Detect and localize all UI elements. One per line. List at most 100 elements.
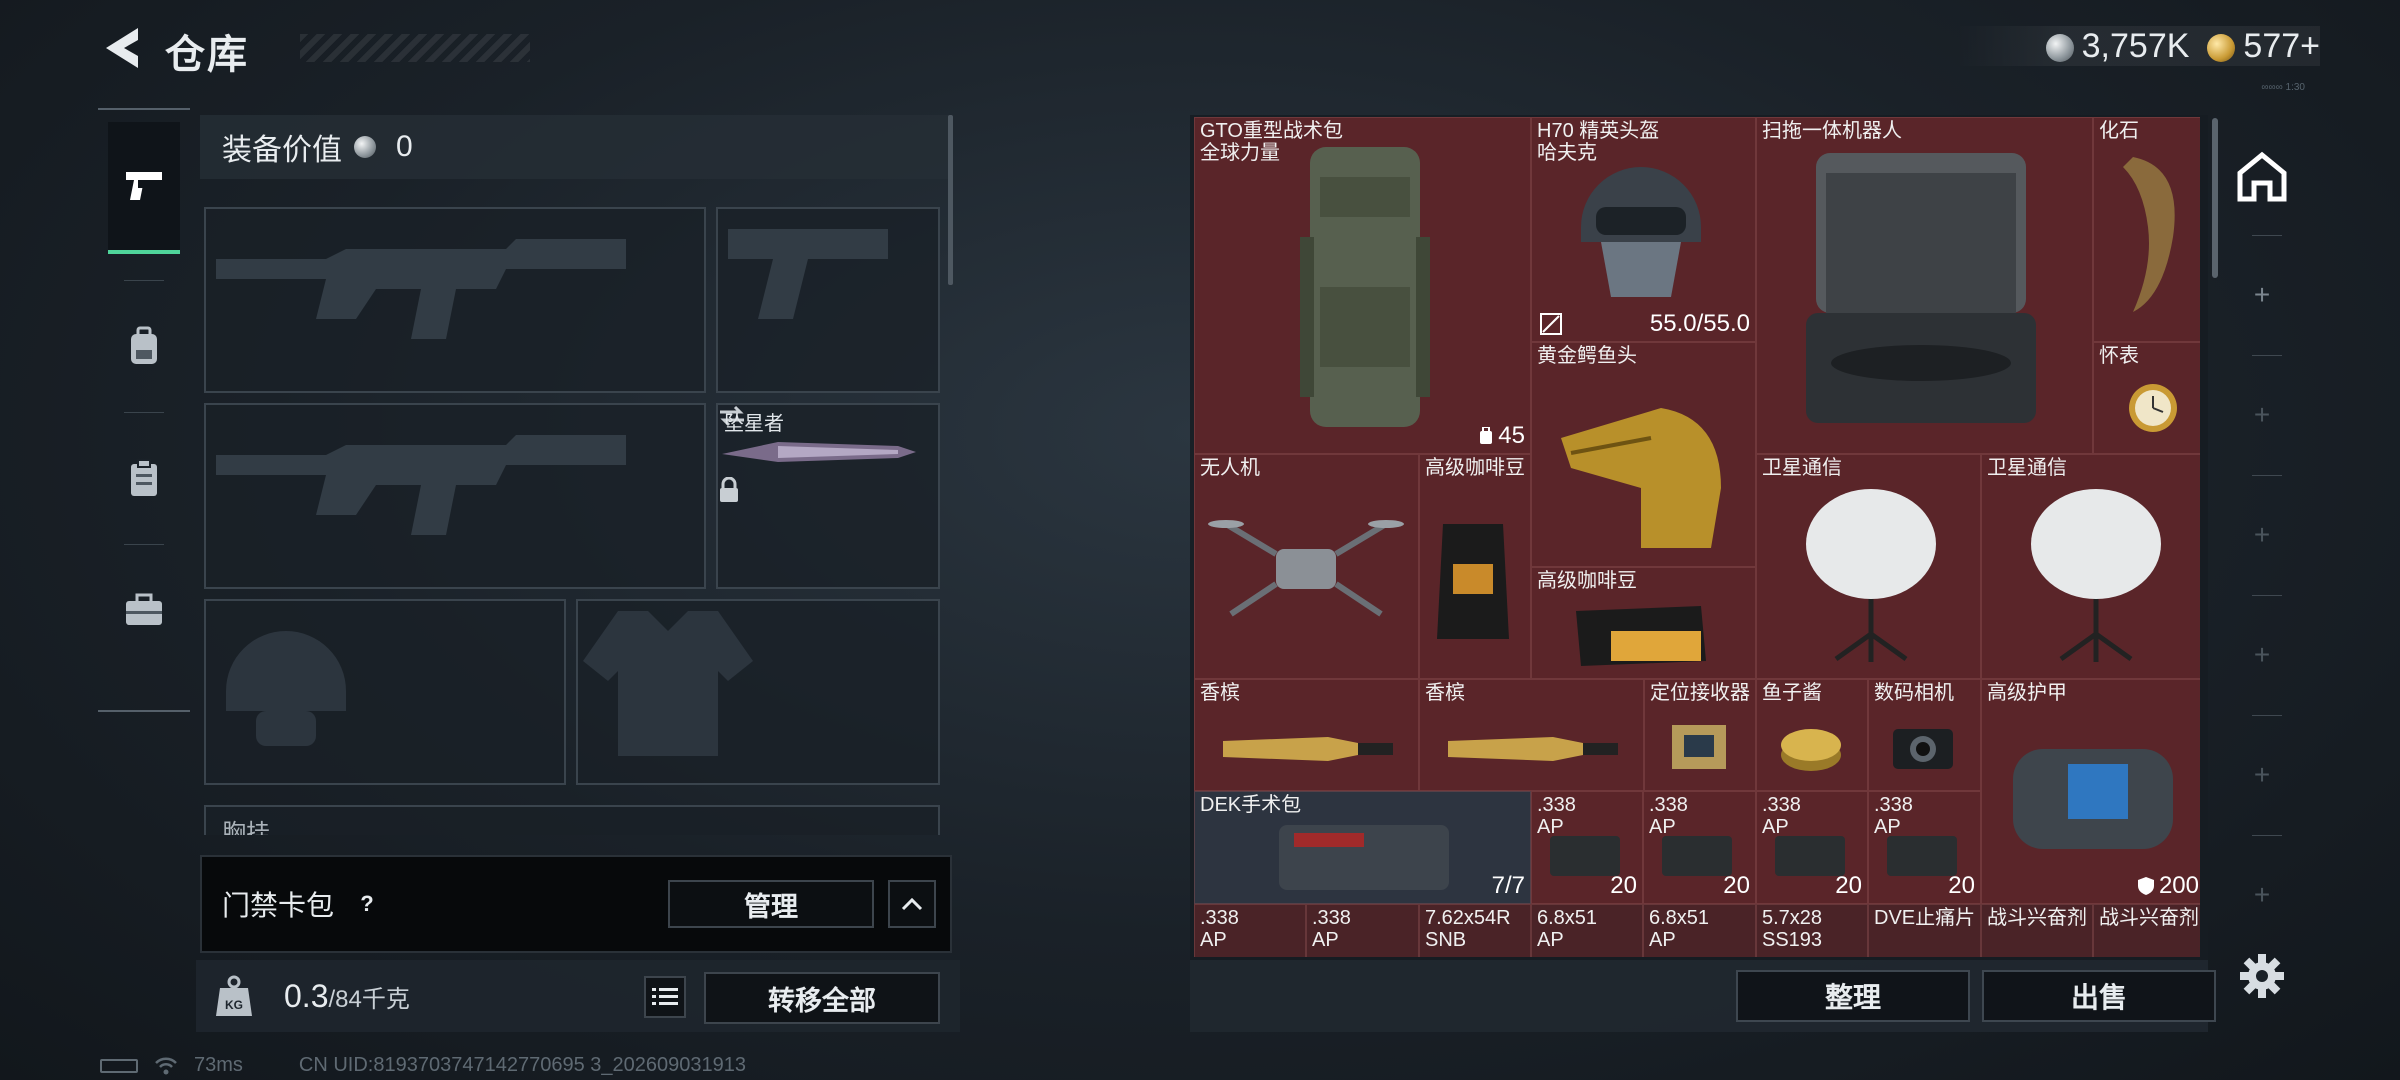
warehouse-actions: 整理 出售	[1190, 960, 2216, 1032]
tiny-indicator: ∞∞∞ 1:30	[2261, 82, 2305, 93]
claw-icon	[2123, 157, 2175, 312]
list-icon	[652, 988, 678, 1005]
warehouse-scrollbar[interactable]	[2212, 118, 2218, 278]
card-pack-title: 门禁卡包	[222, 890, 335, 921]
settings-button[interactable]	[2238, 952, 2286, 1000]
helmet-slot[interactable]	[204, 599, 566, 785]
armor-slot[interactable]	[576, 599, 940, 785]
knife-icon	[722, 442, 916, 462]
access-card-bar: 门禁卡包 ? 管理	[200, 855, 952, 953]
help-icon[interactable]: ?	[352, 889, 382, 919]
item-camera[interactable]: 数码相机	[1868, 679, 1981, 791]
item-fossil[interactable]: 化石	[2093, 117, 2200, 342]
rifle-silhouette-icon	[216, 435, 626, 535]
item-armor[interactable]: 高级护甲 200	[1981, 679, 2200, 904]
item-badge: 45	[1478, 422, 1525, 450]
weight-icon: KG	[216, 975, 252, 1016]
tab-warehouse-main[interactable]	[2236, 151, 2288, 203]
page-title: 仓库	[165, 33, 249, 77]
coffee-bag-icon	[1437, 524, 1509, 639]
shield-icon	[2137, 877, 2154, 895]
equipment-value: 0	[396, 130, 413, 163]
item-ammo-762[interactable]: 7.62x54R SNB	[1419, 904, 1531, 957]
watch-icon	[2129, 384, 2177, 432]
tab-weapons[interactable]	[108, 122, 180, 254]
item-ammo-68[interactable]: 6.8x51 AP	[1531, 904, 1643, 957]
locked-tab-plus-icon: +	[2253, 399, 2271, 430]
melee-slot[interactable]: 坠星者	[716, 403, 940, 589]
status-bar: 73ms CN UID:8193703747142770695 3_202609…	[100, 1054, 746, 1077]
item-champagne[interactable]: 香槟	[1419, 679, 1644, 791]
equipment-scrollbar[interactable]	[948, 115, 953, 285]
satellite-dish-icon	[1806, 489, 1936, 662]
tab-case[interactable]	[108, 544, 180, 676]
item-painkiller[interactable]: DVE止痛片	[1868, 904, 1981, 957]
satellite-dish-icon	[2031, 489, 2161, 662]
item-backpack[interactable]: GTO重型战术包 全球力量 45	[1194, 117, 1531, 454]
chest-rig-label: 胸挂	[222, 820, 270, 835]
item-satellite-dish[interactable]: 卫星通信	[1756, 454, 1981, 679]
back-button[interactable]	[98, 24, 146, 72]
item-drone[interactable]: 无人机	[1194, 454, 1419, 679]
gps-icon	[1672, 725, 1726, 769]
item-badge: 55.0/55.0	[1649, 310, 1750, 337]
item-badge: 20	[1723, 872, 1750, 899]
item-champagne[interactable]: 香槟	[1194, 679, 1419, 791]
equipment-value-label: 装备价值	[222, 134, 342, 167]
tab-vest[interactable]	[108, 412, 180, 544]
gold-currency: 577+	[2207, 27, 2320, 66]
item-ammo-338[interactable]: .338 AP 20	[1643, 791, 1756, 904]
silver-currency: 3,757K	[2045, 27, 2189, 66]
rifle-silhouette-icon	[216, 239, 626, 339]
item-ammo-338[interactable]: .338 AP 20	[1531, 791, 1643, 904]
item-badge: 200	[2137, 872, 2199, 900]
item-badge: 20	[1948, 872, 1975, 899]
item-helmet[interactable]: H70 精英头盔 哈夫克 55.0/55.0	[1531, 117, 1756, 342]
item-stimulant[interactable]: 战斗兴奋剂	[2093, 904, 2200, 957]
secondary-weapon-slot[interactable]	[204, 403, 706, 589]
item-ammo-338[interactable]: .338 AP	[1306, 904, 1419, 957]
item-robot-vacuum[interactable]: 扫拖一体机器人	[1756, 117, 2093, 454]
primary-weapon-slot[interactable]	[204, 207, 706, 393]
helmet-silhouette-icon	[226, 631, 346, 746]
robot-vacuum-icon	[1806, 153, 2036, 423]
wifi-icon	[155, 1057, 177, 1074]
list-view-button[interactable]	[644, 976, 686, 1018]
tab-backpack[interactable]	[108, 280, 180, 412]
warehouse-icon	[2237, 151, 2287, 202]
item-pocket-watch[interactable]: 怀表	[2093, 342, 2200, 454]
drone-icon	[1208, 520, 1404, 617]
warehouse-tabs: + + + + + +	[2222, 115, 2302, 915]
item-ammo-338[interactable]: .338 AP	[1194, 904, 1306, 957]
pistol-silhouette-icon	[728, 229, 888, 319]
item-stimulant[interactable]: 战斗兴奋剂	[1981, 904, 2093, 957]
collapse-button[interactable]	[888, 880, 936, 928]
item-ammo-338[interactable]: .338 AP 20	[1756, 791, 1868, 904]
coffee-bag-icon	[1576, 606, 1706, 666]
clipboard-icon	[131, 459, 157, 496]
item-ammo-338[interactable]: .338 AP 20	[1868, 791, 1981, 904]
item-gps-receiver[interactable]: 定位接收器	[1644, 679, 1756, 791]
item-caviar[interactable]: 鱼子酱	[1756, 679, 1868, 791]
item-ammo-57[interactable]: 5.7x28 SS193	[1756, 904, 1868, 957]
chest-rig-slot[interactable]: 胸挂	[204, 805, 940, 835]
locked-tab-plus-icon: +	[2253, 639, 2271, 670]
item-badge: 7/7	[1491, 872, 1525, 899]
briefcase-icon	[126, 593, 162, 625]
sell-button[interactable]: 出售	[1982, 970, 2216, 1022]
backpack-item-icon	[1300, 147, 1430, 427]
armor-item-icon	[2013, 749, 2173, 849]
left-nav	[98, 108, 190, 712]
pistol-slot[interactable]	[716, 207, 940, 393]
manage-button[interactable]: 管理	[668, 880, 874, 928]
item-coffee-beans[interactable]: 高级咖啡豆	[1531, 567, 1756, 679]
item-coffee-beans[interactable]: 高级咖啡豆	[1419, 454, 1531, 679]
item-ammo-68[interactable]: 6.8x51 AP	[1643, 904, 1756, 957]
backpack-icon	[131, 326, 157, 364]
item-surgical-kit[interactable]: DEK手术包 7/7	[1194, 791, 1531, 904]
item-gold-croc[interactable]: 黄金鳄鱼头	[1531, 342, 1756, 567]
item-satellite-dish[interactable]: 卫星通信	[1981, 454, 2200, 679]
sort-button[interactable]: 整理	[1736, 970, 1970, 1022]
transfer-all-button[interactable]: 转移全部	[704, 972, 940, 1024]
add-warehouse-tab-plus-icon[interactable]: +	[2252, 281, 2272, 309]
